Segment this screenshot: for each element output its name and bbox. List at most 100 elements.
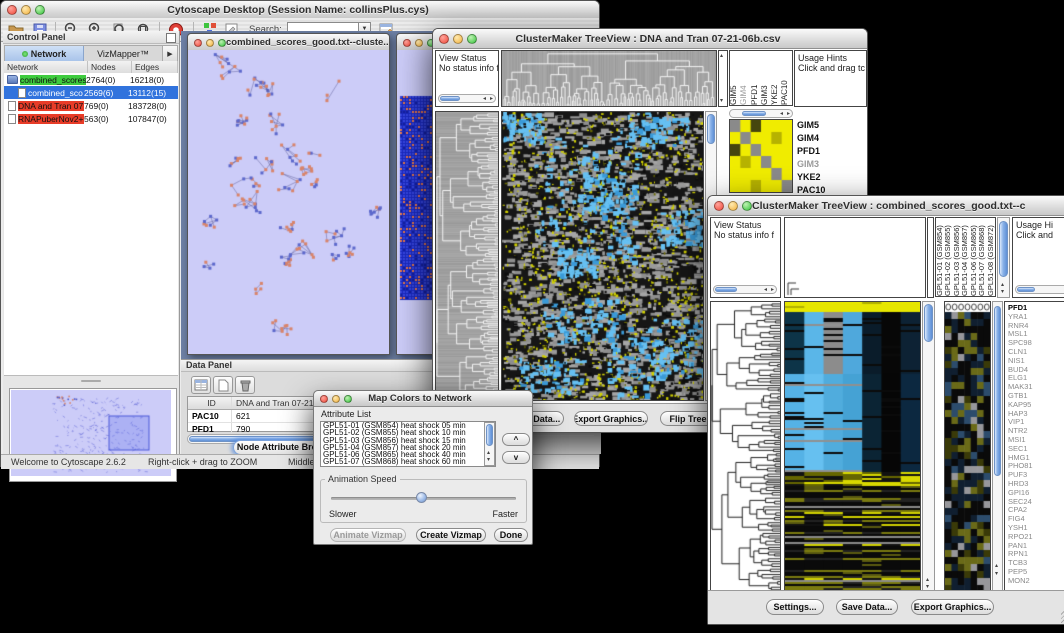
column-dendrogram[interactable] <box>785 218 925 297</box>
column-label[interactable]: GPL51-06 (GSM865) <box>970 219 978 296</box>
scroll-up-icon[interactable]: ▴ <box>1001 282 1004 288</box>
minimize-button[interactable] <box>21 5 31 15</box>
tab-network[interactable]: Network <box>5 46 84 61</box>
animate-vizmap-button[interactable]: Animate Vizmap <box>330 528 406 542</box>
scroll-right-icon[interactable]: ▸ <box>787 111 790 117</box>
zoom-heatmap[interactable] <box>945 302 990 592</box>
treeview1-titlebar[interactable]: ClusterMaker TreeView : DNA and Tran 07-… <box>433 29 867 49</box>
cytoscape-titlebar[interactable]: Cytoscape Desktop (Session Name: collins… <box>1 1 599 19</box>
minimize-button[interactable] <box>728 201 738 211</box>
zoom-matrix[interactable] <box>730 120 792 192</box>
scroll-up-icon[interactable]: ▴ <box>720 53 723 59</box>
close-button[interactable] <box>194 39 202 47</box>
attribute-list-scrollbar[interactable]: ▴ ▾ <box>484 422 495 466</box>
done-button[interactable]: Done <box>494 528 528 542</box>
scroll-up-icon[interactable]: ▴ <box>487 450 490 456</box>
scroll-down-icon[interactable]: ▾ <box>720 98 723 104</box>
network-list-row[interactable]: combined_sco 2569(6) 13112(15) <box>4 86 178 99</box>
dialog-titlebar[interactable]: Map Colors to Network <box>314 391 532 407</box>
column-label[interactable]: GPL51-07 (GSM868) <box>978 219 986 296</box>
animation-speed-slider[interactable] <box>331 497 516 500</box>
heatmap-vscrollbar[interactable]: ▴ ▾ <box>922 301 935 593</box>
gene-label[interactable]: MON2 <box>1008 577 1064 586</box>
network-view-canvas[interactable] <box>188 50 389 354</box>
scroll-right-icon[interactable]: ▸ <box>490 96 493 102</box>
save-data-button[interactable]: Save Data... <box>836 599 898 615</box>
column-label[interactable]: GPL51-03 (GSM856) <box>953 219 961 296</box>
trash-icon[interactable] <box>235 376 255 394</box>
status-hint-zoom: Right-click + drag to ZOOM <box>148 457 257 467</box>
settings-button[interactable]: Settings... <box>766 599 824 615</box>
row-dendrogram[interactable] <box>436 112 498 400</box>
zoom-button[interactable] <box>35 5 45 15</box>
gene-label[interactable]: YKE2 <box>797 171 867 184</box>
new-doc-icon[interactable] <box>213 376 233 394</box>
column-label[interactable]: GPL51-04 (GSM857) <box>961 219 969 296</box>
create-vizmap-button[interactable]: Create Vizmap <box>416 528 486 542</box>
heatmap[interactable] <box>785 302 920 592</box>
scroll-down-icon[interactable]: ▾ <box>1001 289 1004 295</box>
view-status-scrollbar[interactable]: ◂ ▸ <box>713 285 777 294</box>
column-label[interactable]: GIM5 <box>730 53 740 105</box>
network-row-icon <box>8 101 16 111</box>
gene-label[interactable]: GIM4 <box>797 132 867 145</box>
usage-hints-scrollbar[interactable] <box>1015 285 1064 294</box>
column-label[interactable]: GPL51-02 (GSM855) <box>944 219 952 296</box>
gene-label[interactable]: PFD1 <box>797 145 867 158</box>
close-button[interactable] <box>714 201 724 211</box>
scroll-right-icon[interactable]: ▸ <box>771 287 774 293</box>
export-graphics-button[interactable]: Export Graphics... <box>574 411 648 426</box>
close-button[interactable] <box>7 5 17 15</box>
minimize-button[interactable] <box>453 34 463 44</box>
scroll-left-icon[interactable]: ◂ <box>780 111 783 117</box>
scroll-left-icon[interactable]: ◂ <box>764 287 767 293</box>
minimize-button[interactable] <box>415 39 423 47</box>
close-button[interactable] <box>403 39 411 47</box>
move-up-button[interactable]: ^ <box>502 433 530 446</box>
column-label[interactable]: YKE2 <box>771 53 781 105</box>
network-list-row[interactable]: DNA and Tran 07 769(0) 183728(0) <box>4 99 178 112</box>
network-list-row[interactable]: RNAPuberNov2+I 563(0) 107847(0) <box>4 112 178 125</box>
zoom-button[interactable] <box>344 395 352 403</box>
panel-splitter[interactable] <box>4 377 178 385</box>
table-icon[interactable] <box>191 376 211 394</box>
scroll-up-icon[interactable]: ▴ <box>995 563 998 569</box>
gene-label[interactable]: GIM3 <box>797 158 867 171</box>
scroll-down-icon[interactable]: ▾ <box>487 457 490 463</box>
scroll-left-icon[interactable]: ◂ <box>483 96 486 102</box>
attribute-item[interactable]: GPL51-07 (GSM868) heat shock 60 min <box>321 458 495 465</box>
column-label[interactable]: GIM3 <box>761 53 771 105</box>
close-button[interactable] <box>439 34 449 44</box>
treeview2-titlebar[interactable]: ClusterMaker TreeView : combined_scores_… <box>708 196 1064 216</box>
gene-label[interactable]: GIM5 <box>797 119 867 132</box>
move-down-button[interactable]: v <box>502 451 530 464</box>
scroll-down-icon[interactable]: ▾ <box>995 571 998 577</box>
heatmap[interactable] <box>502 112 703 400</box>
column-label[interactable]: PAC10 <box>781 53 791 105</box>
slider-thumb[interactable] <box>416 492 427 503</box>
column-label[interactable]: GIM4 <box>740 53 750 105</box>
view-status-scrollbar[interactable]: ◂ ▸ <box>438 94 496 103</box>
minimize-button[interactable] <box>206 39 214 47</box>
tab-overflow-arrow[interactable]: ▶ <box>162 46 177 61</box>
gene-list-vscrollbar[interactable]: ▴ ▾ <box>992 301 1003 593</box>
zoom-button[interactable] <box>218 39 226 47</box>
attribute-list-label: Attribute List <box>321 409 371 419</box>
labels-vscrollbar[interactable]: ▴ ▾ <box>997 217 1010 298</box>
network-list-row[interactable]: combined_scores 2764(0) 16218(0) <box>4 73 178 86</box>
close-button[interactable] <box>320 395 328 403</box>
tab-vizmapper[interactable]: VizMapper™ <box>84 46 162 61</box>
column-dendrogram[interactable] <box>502 51 716 106</box>
usage-hints-title: Usage Hi <box>1013 218 1064 230</box>
zoom-button[interactable] <box>467 34 477 44</box>
view-status-message: No status info f <box>436 63 498 73</box>
float-panel-icon[interactable] <box>166 33 176 43</box>
scroll-up-icon[interactable]: ▴ <box>926 577 929 583</box>
zoom-button[interactable] <box>742 201 752 211</box>
matrix-hscrollbar[interactable]: ◂ ▸ <box>729 109 793 118</box>
minimize-button[interactable] <box>332 395 340 403</box>
row-dendrogram[interactable] <box>711 302 780 592</box>
column-label[interactable]: GPL51-08 (GSM872) <box>987 219 995 296</box>
column-label[interactable]: PFD1 <box>751 53 761 105</box>
export-graphics-button[interactable]: Export Graphics... <box>911 599 994 615</box>
